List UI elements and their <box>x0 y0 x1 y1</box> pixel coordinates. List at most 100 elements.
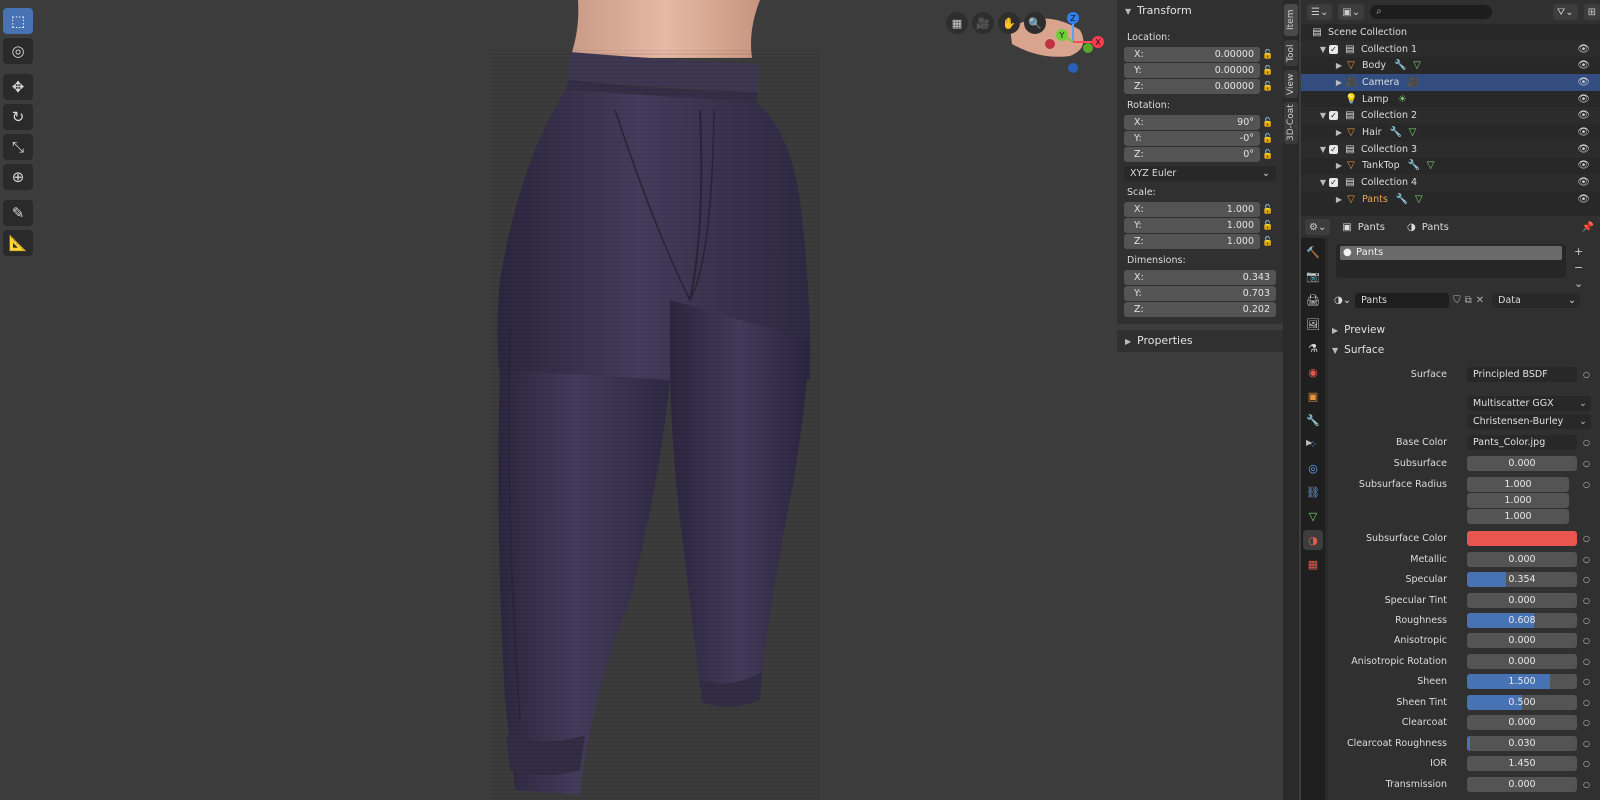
clearcoat-field[interactable]: 0.000 <box>1467 714 1577 730</box>
socket-icon[interactable]: ○ <box>1583 575 1590 584</box>
socket-icon[interactable]: ○ <box>1583 534 1590 543</box>
anisotropic-rotation-field[interactable]: 0.000 <box>1467 653 1577 669</box>
list-item[interactable]: ▶ ▽ Body 🔧 ▽ 👁 <box>1301 57 1600 74</box>
dimensions-z-field[interactable]: Z: 0.202 <box>1124 302 1276 317</box>
socket-icon[interactable]: ○ <box>1583 657 1590 666</box>
move-icon[interactable]: ✥ <box>3 74 33 100</box>
duplicate-icon[interactable]: ⧉ <box>1465 295 1472 306</box>
fake-user-icon[interactable]: ⛉ <box>1453 295 1461 306</box>
socket-icon[interactable]: ○ <box>1583 739 1590 748</box>
eye-icon[interactable]: 👁 <box>1577 94 1590 105</box>
socket-icon[interactable]: ○ <box>1583 459 1590 468</box>
transform-icon[interactable]: ⊕ <box>3 164 33 190</box>
scale-icon[interactable]: ⤡ <box>3 134 33 160</box>
navigation-gizmo[interactable]: Z X Y <box>1038 8 1108 78</box>
lock-icon[interactable]: 🔓 <box>1260 237 1276 247</box>
surface-panel-header[interactable]: ▼ Surface <box>1332 344 1384 356</box>
remove-slot-button[interactable]: − <box>1574 260 1583 276</box>
socket-icon[interactable]: ○ <box>1583 616 1590 625</box>
list-item[interactable]: ▶ ▽ Hair 🔧 ▽ 👁 <box>1301 124 1600 141</box>
expand-icon[interactable]: ▶ <box>1333 61 1345 70</box>
socket-icon[interactable]: ○ <box>1583 636 1590 645</box>
distribution-dropdown[interactable]: Multiscatter GGX ⌄ <box>1467 395 1591 411</box>
object-tab-icon[interactable]: ▣ <box>1303 386 1323 406</box>
expand-icon[interactable]: ▶ <box>1333 195 1345 204</box>
camera-icon[interactable]: 🎥 <box>972 12 994 34</box>
socket-icon[interactable]: ○ <box>1583 718 1590 727</box>
scale-y-field[interactable]: Y: 1.000 <box>1124 218 1260 233</box>
expand-icon[interactable]: ▼ <box>1317 111 1329 120</box>
list-item[interactable]: ▶ ▽ TankTop 🔧 ▽ 👁 <box>1301 158 1600 175</box>
expand-icon[interactable]: ▶ <box>1333 161 1345 170</box>
world-tab-icon[interactable]: ◉ <box>1303 362 1323 382</box>
editor-type-button[interactable]: ☰⌄ <box>1307 4 1333 20</box>
list-item[interactable]: 💡 Lamp ☀ 👁 <box>1301 91 1600 108</box>
unlink-icon[interactable]: ✕ <box>1476 295 1484 306</box>
socket-icon[interactable]: ○ <box>1583 480 1590 489</box>
material-browse-icon[interactable]: ◑⌄ <box>1334 295 1351 306</box>
lock-icon[interactable]: 🔓 <box>1260 150 1276 160</box>
data-tab-icon[interactable]: ▽ <box>1303 506 1323 526</box>
outliner-search-input[interactable]: ⌕ <box>1370 5 1493 19</box>
socket-icon[interactable]: ○ <box>1583 759 1590 768</box>
scale-z-field[interactable]: Z: 1.000 <box>1124 234 1260 249</box>
output-tab-icon[interactable]: 🖨 <box>1303 290 1323 310</box>
socket-icon[interactable]: ○ <box>1583 438 1590 447</box>
material-tab-icon[interactable]: ◑ <box>1303 530 1323 550</box>
constraints-tab-icon[interactable]: ⛓ <box>1303 482 1323 502</box>
link-mode-dropdown[interactable]: Data ⌄ <box>1492 292 1581 308</box>
eye-icon[interactable]: 👁 <box>1577 144 1590 155</box>
cursor-icon[interactable]: ◎ <box>3 38 33 64</box>
display-mode-button[interactable]: ▣⌄ <box>1338 4 1365 20</box>
ior-field[interactable]: 1.450 <box>1467 755 1577 771</box>
eye-icon[interactable]: 👁 <box>1577 127 1590 138</box>
specular-tint-field[interactable]: 0.000 <box>1467 592 1577 608</box>
socket-icon[interactable]: ○ <box>1583 780 1590 789</box>
expand-icon[interactable]: ▶ <box>1333 128 1345 137</box>
socket-icon[interactable]: ○ <box>1583 370 1590 379</box>
tab-item[interactable]: Item <box>1284 4 1298 36</box>
specular-field[interactable]: 0.354 <box>1467 571 1577 587</box>
eye-icon[interactable]: 👁 <box>1577 110 1590 121</box>
tab-tool[interactable]: Tool <box>1284 40 1298 66</box>
lock-icon[interactable]: 🔓 <box>1260 134 1276 144</box>
list-item[interactable]: ▼ ✓ ▤ Collection 4 👁 <box>1301 174 1600 191</box>
expand-icon[interactable]: ▶ <box>1333 78 1345 87</box>
socket-icon[interactable]: ○ <box>1583 555 1590 564</box>
modifier-tab-icon[interactable]: 🔧 <box>1303 410 1323 430</box>
render-tab-icon[interactable]: 📷 <box>1303 266 1323 286</box>
lock-icon[interactable]: 🔓 <box>1260 82 1276 92</box>
material-slot[interactable]: ● Pants <box>1340 246 1562 260</box>
lock-icon[interactable]: 🔓 <box>1260 205 1276 215</box>
expand-icon[interactable]: ▼ <box>1317 145 1329 154</box>
rotation-mode-dropdown[interactable]: XYZ Euler ⌄ <box>1124 166 1276 181</box>
scene-collection-row[interactable]: ▤ Scene Collection <box>1301 24 1600 41</box>
socket-icon[interactable]: ○ <box>1583 677 1590 686</box>
subsurface-radius-y-field[interactable]: 1.000 <box>1467 492 1569 508</box>
properties-header[interactable]: ▶ Properties <box>1117 330 1283 352</box>
new-collection-icon[interactable]: ⊞ <box>1583 4 1600 20</box>
measure-icon[interactable]: 📐 <box>3 230 33 256</box>
base-color-texture-field[interactable]: Pants_Color.jpg <box>1467 434 1577 450</box>
3d-viewport[interactable]: ⬚ ◎ ✥ ↻ ⤡ ⊕ ✎ 📐 ▦ 🎥 ✋ 🔍 Z X Y <box>0 0 1282 800</box>
checkbox[interactable]: ✓ <box>1329 178 1338 188</box>
sheen-tint-field[interactable]: 0.500 <box>1467 694 1577 710</box>
rotation-z-field[interactable]: Z: 0° <box>1124 147 1260 162</box>
expand-icon[interactable]: ▼ <box>1317 178 1329 187</box>
material-name-field[interactable]: Pants <box>1355 292 1450 308</box>
socket-icon[interactable]: ○ <box>1583 698 1590 707</box>
list-item[interactable]: ▼ ✓ ▤ Collection 2 👁 <box>1301 107 1600 125</box>
checkbox[interactable]: ✓ <box>1329 144 1338 154</box>
location-z-field[interactable]: Z: 0.00000 <box>1124 79 1260 94</box>
scale-x-field[interactable]: X: 1.000 <box>1124 202 1260 217</box>
sheen-field[interactable]: 1.500 <box>1467 673 1577 689</box>
subsurface-field[interactable]: 0.000 <box>1467 455 1577 471</box>
subsurface-radius-x-field[interactable]: 1.000 <box>1467 476 1569 492</box>
location-x-field[interactable]: X: 0.00000 <box>1124 47 1260 62</box>
clearcoat-roughness-field[interactable]: 0.030 <box>1467 735 1577 751</box>
checkbox[interactable]: ✓ <box>1329 111 1338 121</box>
pin-icon[interactable]: 📌 <box>1582 222 1594 233</box>
subsurface-radius-z-field[interactable]: 1.000 <box>1467 508 1569 524</box>
eye-icon[interactable]: 👁 <box>1577 77 1590 88</box>
lock-icon[interactable]: 🔓 <box>1260 118 1276 128</box>
